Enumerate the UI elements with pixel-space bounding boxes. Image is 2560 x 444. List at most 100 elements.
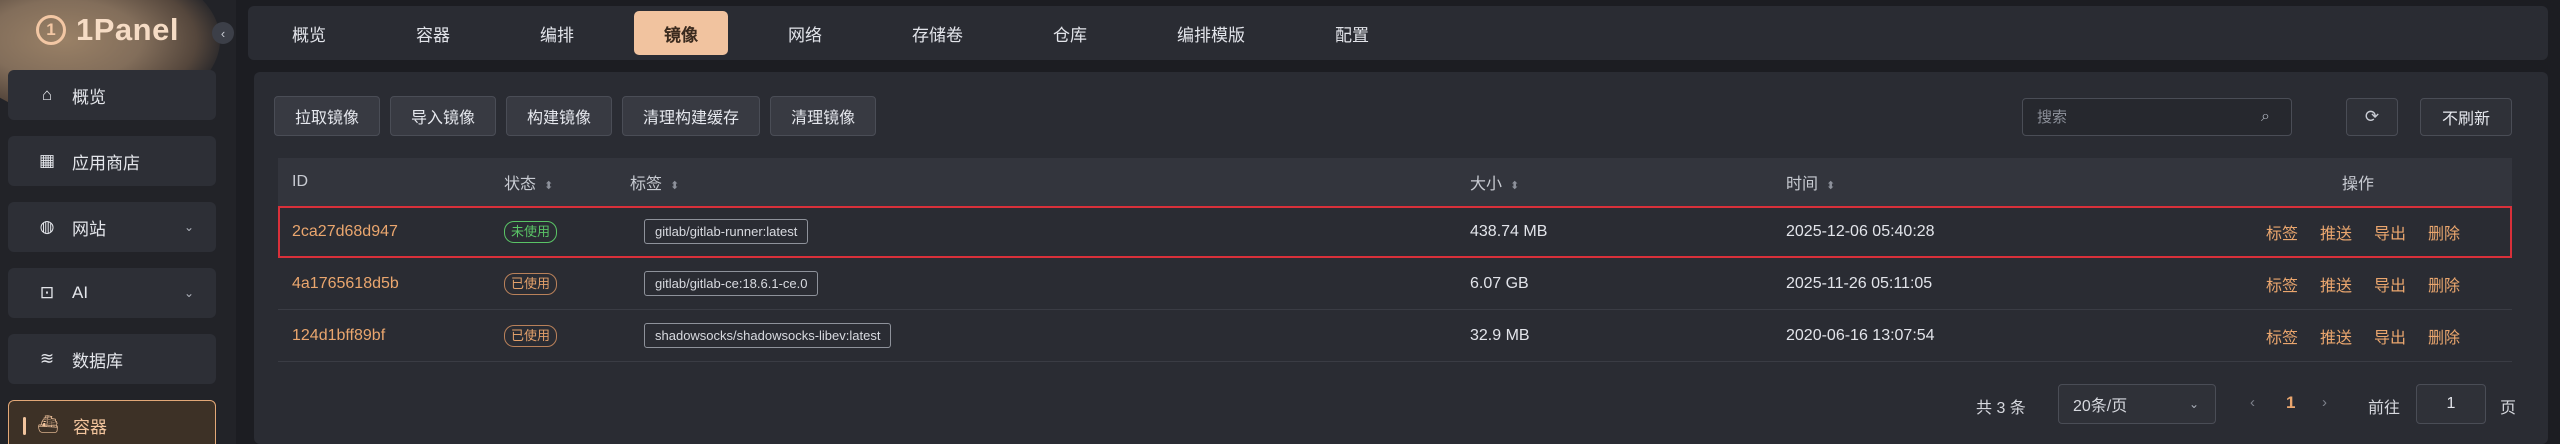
status-badge: 已使用 — [504, 324, 558, 347]
sidebar-item-label: 数据库 — [72, 351, 123, 371]
prev-page-icon[interactable]: ‹ — [2250, 394, 2255, 411]
search-input[interactable] — [2023, 107, 2261, 127]
row-action-0[interactable]: 标签 — [2266, 220, 2298, 244]
globe-icon: ◍ — [39, 217, 55, 236]
row-action-2[interactable]: 导出 — [2374, 324, 2406, 348]
next-page-icon[interactable]: › — [2322, 394, 2327, 411]
table-header: ID 状态 ⬍ 标签 ⬍ 大小 ⬍ 时间 ⬍ 操作 — [278, 158, 2512, 206]
total-count: 共 3 条 — [1976, 400, 2026, 417]
tab-1[interactable]: 容器 — [386, 11, 480, 55]
pagination: 共 3 条 20条/页 ⌄ ‹ 1 › 前往 页 — [254, 384, 2548, 424]
current-page[interactable]: 1 — [2286, 393, 2295, 413]
image-id-link[interactable]: 2ca27d68d947 — [292, 223, 398, 240]
action-button-2[interactable]: 构建镜像 — [506, 96, 613, 136]
row-actions: 标签 推送 导出 删除 — [2244, 324, 2512, 348]
header-status[interactable]: 状态 ⬍ — [504, 170, 630, 194]
row-action-3[interactable]: 删除 — [2428, 272, 2460, 296]
action-button-0[interactable]: 拉取镜像 — [274, 96, 381, 136]
tab-4[interactable]: 网络 — [758, 11, 852, 55]
tab-2[interactable]: 编排 — [510, 11, 604, 55]
image-time: 2020-06-16 13:07:54 — [1786, 326, 1935, 344]
page-unit: 页 — [2500, 400, 2517, 417]
goto-label: 前往 — [2368, 400, 2401, 417]
row-action-3[interactable]: 删除 — [2428, 324, 2460, 348]
header-ops: 操作 — [2341, 176, 2374, 193]
row-actions: 标签 推送 导出 删除 — [2244, 272, 2512, 296]
sidebar-item-label: 概览 — [72, 87, 106, 107]
refresh-icon: ⟳ — [2364, 107, 2380, 126]
image-id-link[interactable]: 4a1765618d5b — [292, 275, 399, 292]
no-refresh-button[interactable]: 不刷新 — [2420, 98, 2512, 136]
row-action-0[interactable]: 标签 — [2266, 324, 2298, 348]
status-badge: 未使用 — [504, 220, 558, 243]
apps-icon: ▦ — [38, 151, 56, 170]
image-size: 438.74 MB — [1470, 222, 1548, 240]
header-tag[interactable]: 标签 ⬍ — [630, 170, 1470, 194]
action-button-1[interactable]: 导入镜像 — [390, 96, 497, 136]
sidebar-item-2[interactable]: ◍ 网站 ⌄ — [8, 202, 216, 252]
images-panel: 拉取镜像导入镜像构建镜像清理构建缓存清理镜像 ⌕ ⟳ 不刷新 ID 状态 ⬍ 标签… — [254, 72, 2548, 444]
app-logo[interactable]: 1 1Panel — [36, 10, 179, 50]
table-row[interactable]: 4a1765618d5b 已使用 gitlab/gitlab-ce:18.6.1-c… — [278, 258, 2512, 310]
docker-icon: ⛴ — [37, 415, 59, 434]
chevron-down-icon: ⌄ — [183, 220, 194, 234]
sidebar-item-4[interactable]: ≋ 数据库 — [8, 334, 216, 384]
row-action-3[interactable]: 删除 — [2428, 220, 2460, 244]
header-size[interactable]: 大小 ⬍ — [1470, 170, 1786, 194]
image-size: 6.07 GB — [1470, 274, 1529, 292]
sidebar-item-5[interactable]: ⛴ 容器 — [8, 400, 216, 444]
row-action-0[interactable]: 标签 — [2266, 272, 2298, 296]
app-name: 1Panel — [76, 12, 179, 47]
row-action-1[interactable]: 推送 — [2320, 220, 2352, 244]
table-body: 2ca27d68d947 未使用 gitlab/gitlab-runner:late… — [278, 206, 2512, 362]
home-icon: ⌂ — [41, 85, 53, 104]
tab-8[interactable]: 配置 — [1305, 11, 1399, 55]
sidebar-item-0[interactable]: ⌂ 概览 — [8, 70, 216, 120]
action-button-4[interactable]: 清理镜像 — [770, 96, 877, 136]
top-tab-bar: 概览 容器 编排 镜像 网络 存储卷 仓库 编排模版 配置 — [248, 6, 2548, 60]
sidebar-item-label: 网站 — [72, 219, 106, 239]
tab-7[interactable]: 编排模版 — [1147, 11, 1275, 55]
tab-3[interactable]: 镜像 — [634, 11, 728, 55]
sidebar-item-label: AI — [72, 283, 89, 302]
page-size-select[interactable]: 20条/页 ⌄ — [2058, 384, 2216, 424]
row-action-2[interactable]: 导出 — [2374, 272, 2406, 296]
sort-icon[interactable]: ⬍ — [544, 180, 553, 192]
goto-page-input[interactable] — [2416, 384, 2486, 424]
robot-icon: ⊡ — [39, 283, 55, 302]
table-row[interactable]: 2ca27d68d947 未使用 gitlab/gitlab-runner:late… — [278, 206, 2512, 258]
table-row[interactable]: 124d1bff89bf 已使用 shadowsocks/shadowsocks-l… — [278, 310, 2512, 362]
chevron-down-icon: ⌄ — [183, 286, 194, 300]
row-action-1[interactable]: 推送 — [2320, 272, 2352, 296]
image-id-link[interactable]: 124d1bff89bf — [292, 327, 385, 344]
logo-mark-icon: 1 — [36, 15, 66, 45]
image-tag: shadowsocks/shadowsocks-libev:latest — [644, 323, 892, 348]
tab-6[interactable]: 仓库 — [1023, 11, 1117, 55]
sidebar-item-label: 应用商店 — [72, 153, 140, 173]
search-box[interactable]: ⌕ — [2022, 98, 2292, 136]
search-icon[interactable]: ⌕ — [2261, 108, 2291, 126]
status-badge: 已使用 — [504, 272, 558, 295]
header-size-label: 大小 — [1470, 176, 1503, 193]
image-tag: gitlab/gitlab-ce:18.6.1-ce.0 — [644, 271, 819, 296]
sidebar-item-label: 容器 — [73, 417, 107, 437]
image-time: 2025-12-06 05:40:28 — [1786, 222, 1935, 240]
header-time[interactable]: 时间 ⬍ — [1786, 170, 2244, 194]
tab-5[interactable]: 存储卷 — [882, 11, 993, 55]
sort-icon[interactable]: ⬍ — [1510, 180, 1519, 192]
sidebar-item-3[interactable]: ⊡ AI ⌄ — [8, 268, 216, 318]
tab-0[interactable]: 概览 — [262, 11, 356, 55]
sidebar-item-1[interactable]: ▦ 应用商店 — [8, 136, 216, 186]
chevron-down-icon: ⌄ — [2188, 397, 2199, 411]
refresh-button[interactable]: ⟳ — [2346, 98, 2398, 136]
sidebar: 1 1Panel ‹ ⌂ 概览 ▦ 应用商店 ◍ 网站 ⌄ ⊡ AI ⌄ ≋ 数据库 ⛴ 容器 — [0, 0, 236, 444]
sort-icon[interactable]: ⬍ — [1826, 180, 1835, 192]
sort-icon[interactable]: ⬍ — [670, 180, 679, 192]
page-size-value: 20条/页 — [2073, 398, 2128, 415]
header-tag-label: 标签 — [630, 176, 663, 193]
collapse-sidebar-button[interactable]: ‹ — [212, 22, 234, 44]
header-time-label: 时间 — [1786, 176, 1819, 193]
action-button-3[interactable]: 清理构建缓存 — [622, 96, 761, 136]
row-action-2[interactable]: 导出 — [2374, 220, 2406, 244]
row-action-1[interactable]: 推送 — [2320, 324, 2352, 348]
